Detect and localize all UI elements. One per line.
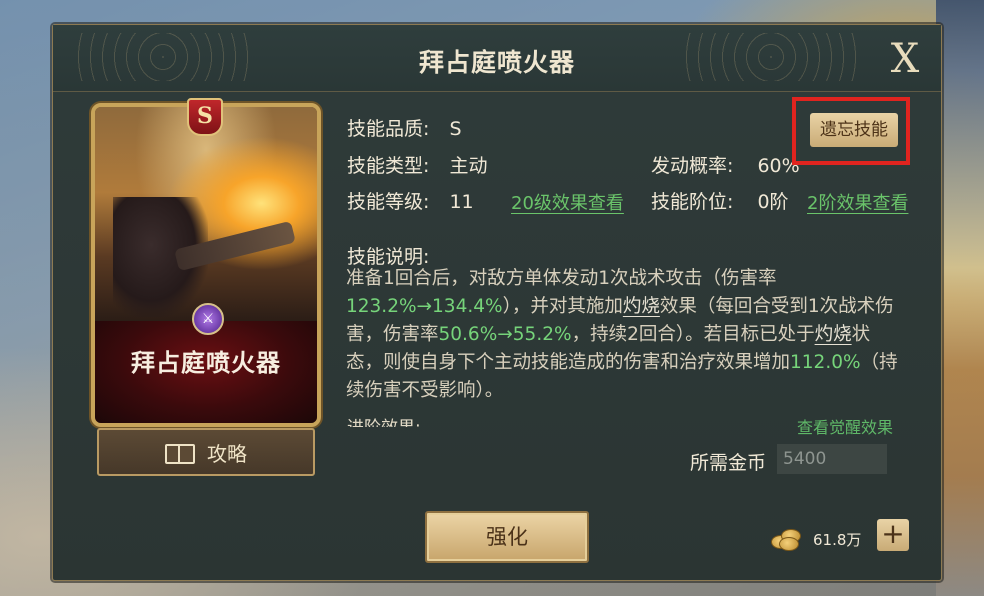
burn-keyword-link[interactable]: 灼烧 [623, 296, 660, 317]
required-gold-label: 所需金币 [690, 452, 767, 474]
advance-effect-title: 进阶效果: [347, 413, 421, 427]
skill-dialog: 拜占庭喷火器 X ⚔ 拜占庭喷火器 S 攻略 技能品质: S 技能类型: 主动 … [52, 24, 942, 581]
crossed-swords-icon: ⚔ [192, 303, 224, 335]
skill-quality-value: S [449, 118, 462, 140]
close-button[interactable]: X [885, 39, 925, 79]
skill-type-label: 技能类型: [347, 155, 430, 177]
add-gold-button[interactable]: + [877, 519, 909, 551]
damage-rate-2: 50.6%→55.2% [438, 324, 572, 345]
card-name: 拜占庭喷火器 [131, 349, 281, 377]
gold-coins-icon [771, 527, 801, 551]
strengthen-button[interactable]: 强化 [425, 511, 589, 563]
background-sidebar-art [936, 0, 984, 596]
skill-type-row: 技能类型: 主动 [347, 151, 487, 178]
skill-rank-value: 0阶 [757, 191, 789, 213]
level-20-effect-link[interactable]: 20级效果查看 [511, 189, 624, 215]
gold-amount: 61.8万 [813, 531, 862, 549]
rank-2-effect-link[interactable]: 2阶效果查看 [807, 189, 908, 215]
view-awaken-effect-link[interactable]: 查看觉醒效果 [797, 414, 893, 438]
burn-keyword-link-2[interactable]: 灼烧 [815, 324, 852, 345]
guide-button-label: 攻略 [207, 441, 247, 466]
desc-text-1: 准备1回合后，对敌方单体发动1次战术攻击（伤害率 [346, 268, 777, 289]
dialog-header: 拜占庭喷火器 X [53, 25, 941, 92]
skill-rank-label: 技能阶位: [651, 191, 734, 213]
skill-level-label: 技能等级: [347, 191, 430, 213]
desc-text-4: ，持续2回合）。若目标已处于 [571, 324, 815, 345]
skill-level-value: 11 [449, 191, 474, 213]
desc-text-2: ），并对其施加 [502, 296, 623, 317]
damage-rate-1: 123.2%→134.4% [346, 296, 503, 317]
skill-quality-label: 技能品质: [347, 118, 430, 140]
guide-button[interactable]: 攻略 [97, 428, 315, 476]
required-gold-value: 5400 [777, 444, 887, 474]
trigger-chance-label: 发动概率: [651, 155, 734, 177]
dialog-title: 拜占庭喷火器 [418, 48, 575, 77]
skill-rank-row: 技能阶位: 0阶 [651, 187, 789, 214]
book-icon [165, 442, 195, 464]
trigger-chance-row: 发动概率: 60% [651, 151, 800, 178]
skill-type-value: 主动 [449, 155, 488, 177]
grade-badge: S [187, 98, 223, 136]
skill-quality-row: 技能品质: S [347, 114, 462, 141]
skill-level-row: 技能等级: 11 [347, 187, 474, 214]
skill-description: 准备1回合后，对敌方单体发动1次战术攻击（伤害率 123.2%→134.4%），并… [346, 265, 906, 405]
bonus-rate: 112.0% [790, 352, 861, 373]
skill-card: ⚔ 拜占庭喷火器 [91, 103, 321, 427]
highlight-box [792, 97, 910, 165]
